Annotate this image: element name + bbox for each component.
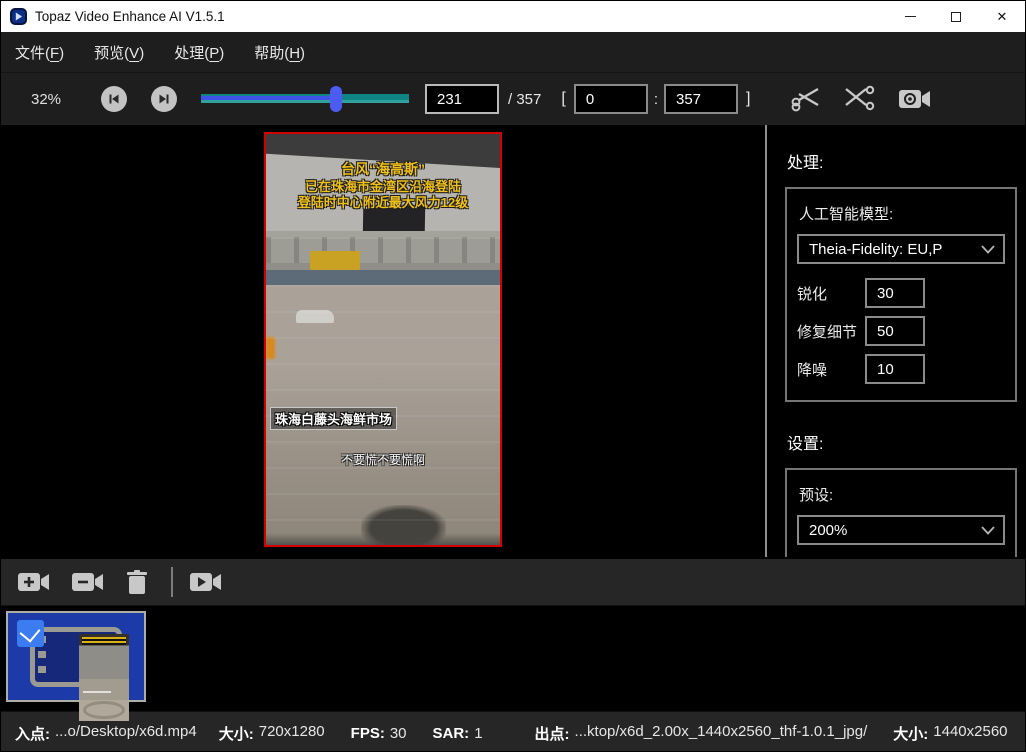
- processing-heading: 处理:: [787, 149, 1017, 173]
- camera-eye-icon: [898, 87, 932, 111]
- preview-light-shape: [266, 337, 275, 359]
- skip-to-start-icon: [108, 93, 120, 105]
- video-viewport: 台风“海高斯” 已在珠海市金湾区沿海登陆 登陆时中心附近最大风力12级 珠海白藤…: [1, 125, 765, 557]
- range-start-input[interactable]: [574, 84, 648, 114]
- ai-model-label: 人工智能模型:: [799, 203, 1005, 224]
- preview-debris-shape: [361, 505, 446, 547]
- trash-icon: [125, 569, 149, 595]
- ai-model-dropdown[interactable]: Theia-Fidelity: EU,P: [797, 234, 1005, 264]
- clip-list: [1, 605, 1025, 711]
- progress-percent: 32%: [31, 91, 69, 108]
- total-frames-label: / 357: [508, 91, 541, 108]
- preset-dropdown[interactable]: 200%: [797, 515, 1005, 545]
- restore-detail-input[interactable]: [865, 316, 925, 346]
- minimize-button[interactable]: [887, 1, 933, 32]
- slider-track-secondary[interactable]: [201, 100, 409, 103]
- clip-thumbnail-selected[interactable]: [6, 611, 146, 702]
- status-bar: 入点:...o/Desktop/x6d.mp4 大小:720x1280 FPS:…: [1, 711, 1025, 752]
- clip-toolbar: [1, 557, 1025, 605]
- status-output-path: 出点:...ktop/x6d_2.00x_1440x2560_thf-1.0.1…: [535, 723, 868, 744]
- preview-car-shape: [296, 310, 334, 323]
- clip-selected-checkbox[interactable]: [17, 620, 44, 647]
- mini-caption-shape: [82, 637, 126, 645]
- chevron-down-icon: [981, 526, 995, 535]
- sharpen-row: 锐化: [797, 278, 1005, 308]
- settings-heading: 设置:: [787, 430, 1017, 454]
- skip-to-end-button[interactable]: [151, 86, 177, 112]
- video-preview[interactable]: 台风“海高斯” 已在珠海市金湾区沿海登陆 登陆时中心附近最大风力12级 珠海白藤…: [264, 132, 502, 547]
- scissors-cut-icon: [790, 85, 822, 113]
- preview-truck-shape: [310, 251, 360, 270]
- clipbar-divider: [171, 567, 173, 597]
- menu-preview[interactable]: 预览(V): [94, 42, 144, 63]
- status-input-path: 入点:...o/Desktop/x6d.mp4: [15, 723, 197, 744]
- add-video-button[interactable]: [17, 570, 51, 594]
- preview-overlay-caption: 台风“海高斯” 已在珠海市金湾区沿海登陆 登陆时中心附近最大风力12级: [266, 161, 500, 211]
- timeline-slider[interactable]: [201, 84, 409, 114]
- preview-wall-shape: [266, 270, 500, 285]
- range-close-bracket: ]: [746, 90, 750, 108]
- range-end-input[interactable]: [664, 84, 738, 114]
- current-frame-input[interactable]: [425, 84, 499, 114]
- sharpen-input[interactable]: [865, 278, 925, 308]
- camera-plus-icon: [17, 570, 51, 594]
- process-video-button[interactable]: [189, 570, 223, 594]
- restore-detail-row: 修复细节: [797, 316, 1005, 346]
- menu-bar: 文件(F) 预览(V) 处理(P) 帮助(H): [1, 32, 1025, 73]
- preview-button[interactable]: [898, 87, 932, 111]
- main-area: 台风“海高斯” 已在珠海市金湾区沿海登陆 登陆时中心附近最大风力12级 珠海白藤…: [1, 125, 1025, 557]
- clip-mini-preview: [79, 634, 129, 721]
- app-window: Topaz Video Enhance AI V1.5.1 ✕ 文件(F) 预览…: [0, 0, 1026, 752]
- sharpen-label: 锐化: [797, 283, 865, 304]
- maximize-button[interactable]: [933, 1, 979, 32]
- skip-to-end-icon: [158, 93, 170, 105]
- range-colon: :: [654, 91, 658, 108]
- slider-handle[interactable]: [330, 86, 342, 112]
- preview-bottom-shade: [266, 533, 500, 545]
- camera-minus-icon: [71, 570, 105, 594]
- chevron-down-icon: [981, 245, 995, 254]
- status-fps: FPS:30: [351, 725, 407, 742]
- menu-file[interactable]: 文件(F): [15, 42, 64, 63]
- status-output-size: 大小:1440x2560: [893, 723, 1007, 744]
- delete-clip-button[interactable]: [125, 569, 149, 595]
- skip-to-start-button[interactable]: [101, 86, 127, 112]
- trim-split-button[interactable]: [844, 85, 876, 113]
- preview-location-label: 珠海白藤头海鲜市场: [270, 407, 397, 430]
- remove-video-button[interactable]: [71, 570, 105, 594]
- denoise-row: 降噪: [797, 354, 1005, 384]
- menu-process[interactable]: 处理(P): [174, 42, 224, 63]
- playback-toolbar: 32% / 357 [ : ]: [1, 73, 1025, 125]
- preview-subtitle: 不要慌不要慌啊: [266, 451, 500, 468]
- preview-bridge-shape: [266, 231, 500, 271]
- range-open-bracket: [: [561, 90, 565, 108]
- cut-button[interactable]: [790, 85, 822, 113]
- close-icon: ✕: [997, 9, 1008, 25]
- preview-flood-water: 珠海白藤头海鲜市场 不要慌不要慌啊: [266, 285, 500, 545]
- ai-model-group: 人工智能模型: Theia-Fidelity: EU,P 锐化 修复细节 降噪: [785, 187, 1017, 402]
- title-bar: Topaz Video Enhance AI V1.5.1 ✕: [1, 1, 1025, 32]
- settings-panel: 处理: 人工智能模型: Theia-Fidelity: EU,P 锐化 修复细节…: [767, 125, 1025, 557]
- app-logo-icon: [10, 8, 27, 25]
- scissors-split-icon: [844, 85, 876, 113]
- close-button[interactable]: ✕: [979, 1, 1025, 32]
- menu-help[interactable]: 帮助(H): [254, 42, 305, 63]
- status-input-size: 大小:720x1280: [219, 723, 325, 744]
- camera-play-icon: [189, 570, 223, 594]
- preset-group: 预设: 200% 裁剪以填充帧: [785, 468, 1017, 557]
- mini-text-shape: [83, 691, 111, 693]
- maximize-icon: [951, 12, 961, 22]
- minimize-icon: [905, 16, 916, 17]
- ai-model-value: Theia-Fidelity: EU,P: [809, 241, 981, 258]
- window-title: Topaz Video Enhance AI V1.5.1: [35, 9, 225, 24]
- restore-detail-label: 修复细节: [797, 321, 865, 342]
- denoise-label: 降噪: [797, 359, 865, 380]
- mini-debris-shape: [83, 701, 125, 719]
- status-sar: SAR:1: [433, 725, 483, 742]
- preset-value: 200%: [809, 522, 981, 539]
- slider-progress: [201, 96, 336, 100]
- denoise-input[interactable]: [865, 354, 925, 384]
- preset-label: 预设:: [799, 484, 1005, 505]
